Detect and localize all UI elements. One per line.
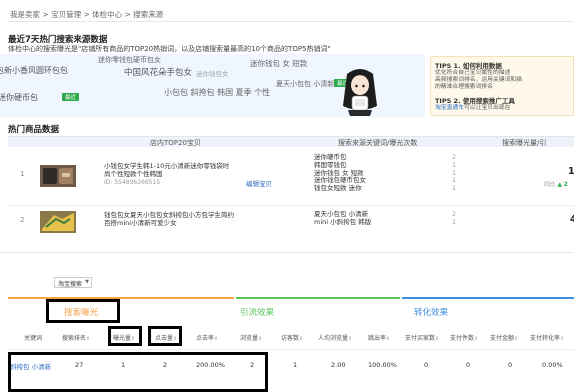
keyword-tag[interactable]: 迷你硬币包 xyxy=(0,92,38,103)
exposure-count: 14 xyxy=(568,166,574,177)
hot-search-panel: 我是卖家 > 宝贝管理 > 体检中心 > 搜索来源 最近7天热门搜索来源数据 体… xyxy=(0,0,574,236)
highlight-box xyxy=(8,352,268,392)
column-header-buyers[interactable]: 支付买家数⇕ xyxy=(405,333,439,342)
source-counts: 2 1 1 1 1 xyxy=(452,154,456,193)
ztc-link[interactable]: 淘宝直通车 xyxy=(435,105,464,111)
column-header: 搜索曝光量/引 xyxy=(502,139,547,147)
cell-pv-per-visitor: 2.00 xyxy=(331,361,346,369)
keyword-tag[interactable]: 迷你钱包 女 短款 xyxy=(250,58,307,69)
breadcrumb-item[interactable]: 我是卖家 xyxy=(10,10,40,19)
group-title-traffic: 引流效果 xyxy=(240,308,275,318)
column-header-keyword: 关键词 xyxy=(24,335,43,342)
keyword-tag[interactable]: 迷你零钱包硬币包女 xyxy=(98,55,161,65)
column-header-conversion[interactable]: 支付转化率⇕ xyxy=(530,333,564,342)
column-header-rank[interactable]: 搜索排名⇕ xyxy=(62,333,90,342)
keyword-tag[interactable]: 中国风花朵手包女 xyxy=(124,66,192,78)
breadcrumb-item[interactable]: 宝贝管理 xyxy=(51,10,81,19)
divider xyxy=(8,21,574,22)
breadcrumb: 我是卖家 > 宝贝管理 > 体检中心 > 搜索来源 xyxy=(10,10,164,19)
table-row: 1 小钱包女学生韩1-10元小清新迷你零钱袋时 尚个性短款个性韩国 ID: 55… xyxy=(8,150,574,206)
row-number: 1 xyxy=(20,170,25,178)
column-header-ctr[interactable]: 点击率⇕ xyxy=(196,333,218,342)
breadcrumb-item: 搜索来源 xyxy=(133,10,164,19)
cell-bounce-rate: 100.00% xyxy=(368,361,397,369)
keyword-report-panel: 淘宝搜索 ▼ 搜索曝光 引流效果 转化效果 关键词 搜索排名⇕ 曝光量⇕ 点击量… xyxy=(0,252,574,392)
column-header-bounce-rate[interactable]: 跳出率⇕ xyxy=(368,333,390,342)
mascot-illustration xyxy=(343,69,377,116)
cell-buyers: 0 xyxy=(424,361,429,369)
tips-title: TIPS 1. 如何利用数据 xyxy=(435,62,502,70)
group-bar-exposure xyxy=(8,297,234,299)
highlight-box xyxy=(46,299,120,323)
row-number: 2 xyxy=(20,216,25,224)
keyword-tag[interactable]: 小包包 斜挎包 韩国 夏季 个性 xyxy=(164,87,270,98)
keyword-tag[interactable]: 包新小香风圆环包包 xyxy=(0,65,68,76)
group-bar-conversion xyxy=(402,297,574,299)
divider xyxy=(8,349,574,350)
column-header-visitors[interactable]: 访客数⇕ xyxy=(281,333,303,342)
exposure-count: 4 xyxy=(570,214,574,225)
keyword-tag[interactable]: 夏天小包包 小清新 xyxy=(276,79,334,89)
column-header: 搜索来源关键词/曝光次数 xyxy=(338,139,418,147)
product-thumbnail[interactable] xyxy=(40,165,76,187)
section-title: 热门商品数据 xyxy=(8,125,60,135)
source-keywords: 夏天小包包 小清新 mini 小斜挎包 韩版 xyxy=(314,210,372,226)
column-header-amount[interactable]: 支付金额⇕ xyxy=(490,333,518,342)
cell-conversion: 0.00% xyxy=(542,361,563,369)
product-title[interactable]: 钱包包女夏天小包包女斜挎包小方包学生简约 百搭mini小清新可爱少女 xyxy=(104,211,234,227)
cell-items: 0 xyxy=(466,361,471,369)
column-header-pageviews[interactable]: 浏览量⇕ xyxy=(240,333,262,342)
column-header-items[interactable]: 支付件数⇕ xyxy=(450,333,478,342)
section-subtitle: 体检中心的搜索曝光是"店铺所有商品的TOP20热销词，以及店铺搜索量最高的10个… xyxy=(8,45,331,53)
chevron-down-icon: ▼ xyxy=(85,279,89,285)
highlight-box xyxy=(148,326,182,346)
group-bar-traffic xyxy=(236,297,400,299)
tips-box: TIPS 1. 如何利用数据 优化符合自己宝贝属性的描述 高频搜索词排名，运用关… xyxy=(430,56,574,116)
column-header-pv-per-visitor[interactable]: 人均浏览量⇕ xyxy=(318,333,352,342)
compare-label: 同比 ▲ 2 xyxy=(544,182,568,188)
tips-title: TIPS 2. 使用搜索推广工具 xyxy=(435,97,515,105)
column-header: 店内TOP20宝贝 xyxy=(150,139,201,147)
source-keywords: 迷你硬币包 韩国零钱包 迷你钱包 女 短款 迷你钱包硬币包女 钱包女短款 迷你 xyxy=(314,153,366,193)
product-id: ID: 554896266515 xyxy=(104,179,161,186)
table-row: 2 钱包包女夏天小包包女斜挎包小方包学生简约 百搭mini小清新可爱少女 夏天小… xyxy=(8,206,574,236)
product-thumbnail[interactable] xyxy=(40,211,76,233)
source-counts: 2 1 xyxy=(452,211,456,226)
keyword-tag[interactable]: 迷你钱包女 xyxy=(196,68,229,78)
breadcrumb-item[interactable]: 体检中心 xyxy=(92,10,122,19)
product-title[interactable]: 小钱包女学生韩1-10元小清新迷你零钱袋时 尚个性短款个性韩国 xyxy=(104,162,229,178)
table-header: 店内TOP20宝贝 搜索来源关键词/曝光次数 搜索曝光量/引 xyxy=(8,136,574,147)
up-badge: 最近 xyxy=(62,93,80,101)
edit-product-link[interactable]: 编辑宝贝 xyxy=(246,178,272,188)
group-title-conversion: 转化效果 xyxy=(414,308,449,318)
cell-amount: 0 xyxy=(508,361,513,369)
cell-visitors: 1 xyxy=(293,361,298,369)
highlight-box xyxy=(108,326,142,346)
source-select[interactable]: 淘宝搜索 ▼ xyxy=(54,277,92,288)
